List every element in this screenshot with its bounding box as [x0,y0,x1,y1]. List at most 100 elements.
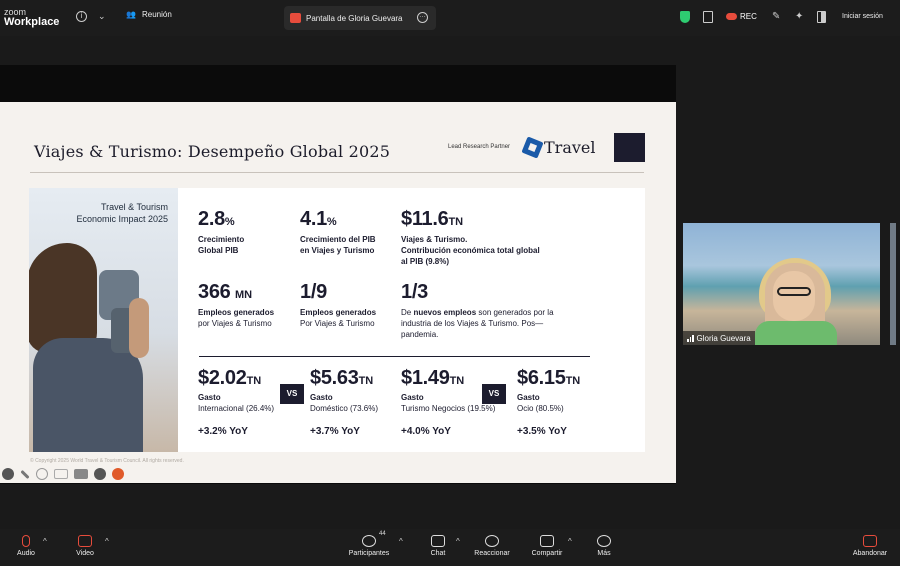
spend-label: Gasto [517,393,540,402]
stat-label: industria de los Viajes & Turismo. Pos— [401,319,544,328]
stat-unit: MN [234,289,253,301]
leave-icon [863,535,877,547]
bottom-toolbar: Audio ^ Video ^ Participantes 44 ^ Chat … [0,529,900,566]
spend-unit: TN [246,375,262,387]
cloud-record-icon [726,13,737,20]
stat-label: en Viajes y Turismo [300,246,375,255]
share-tab[interactable]: Pantalla de Gloria Guevara … [284,6,436,30]
back-arrow-icon[interactable] [2,468,14,480]
spend-yoy: +3.5% YoY [517,426,567,437]
chase-logo: Travel [521,136,595,159]
sparkle-icon[interactable]: ✦ [795,11,803,22]
video-options-chevron-icon[interactable]: ^ [105,537,109,546]
participants-icon: 👥 [126,10,136,19]
vs-badge: VS [482,384,506,404]
screen-share-icon [290,13,301,23]
spend-unit: TN [565,375,581,387]
document-icon[interactable] [703,11,713,23]
share-tab-label: Pantalla de Gloria Guevara [306,13,403,23]
react-label: Reaccionar [474,550,510,557]
magic-wand-icon[interactable]: ✎ [772,11,780,22]
closed-caption-icon[interactable] [54,469,68,479]
stat-unit: % [224,216,235,228]
participant-video[interactable]: Gloria Guevara [683,223,880,345]
zoom-icon[interactable] [36,468,48,480]
stat-unit: % [326,216,337,228]
spend-leisure: $6.15TN Gasto Ocio (80.5%) +3.5% YoY [517,367,580,437]
spend-label: Gasto [310,393,333,402]
react-button[interactable]: Reaccionar [472,535,512,557]
logo-line2: Workplace [4,16,60,28]
partner-label: Lead Research Partner [448,144,511,150]
stat-label: Empleos generados [198,308,275,317]
more-icon[interactable] [94,468,106,480]
spend-unit: TN [358,375,374,387]
share-chevron-icon[interactable]: ^ [568,537,572,546]
stat-label: Contribución económica total global [401,246,540,255]
spend-yoy: +3.2% YoY [198,426,248,437]
chevron-down-icon[interactable]: ⌄ [98,11,106,22]
annotation-toolbar [0,465,124,483]
video-button[interactable]: Video [74,535,96,557]
spend-yoy: +3.7% YoY [310,426,360,437]
meeting-button[interactable]: 👥 Reunión [126,10,172,19]
stat-label: Por Viajes & Turismo [300,319,375,328]
stat-label: Crecimiento [198,235,245,244]
wttc-logo [614,133,645,162]
zoom-logo: zoom Workplace [4,7,60,28]
security-shield-icon[interactable] [680,11,690,23]
slide-title: Viajes & Turismo: Desempeño Global 2025 [34,142,391,161]
participant-name: Gloria Guevara [696,333,751,343]
stat-label-pre: De [401,308,414,317]
record-button[interactable]: REC [726,12,757,21]
stop-annotation-icon[interactable] [112,468,124,480]
share-screen-icon [540,535,554,547]
title-rule [30,172,644,173]
stat-job-ratio: 1/9 Empleos generados Por Viajes & Turis… [300,281,376,329]
stat-label: al PIB (9.8%) [401,257,450,266]
presentation-slide: Viajes & Turismo: Desempeño Global 2025 … [0,102,676,483]
stat-value: $11.6 [401,208,449,230]
photo-caption: Travel & Tourism Economic Impact 2025 [76,201,168,225]
share-button[interactable]: Compartir [529,535,565,557]
panel-icon[interactable] [817,11,826,23]
stat-label: Global PIB [198,246,239,255]
more-button[interactable]: Más [594,535,614,557]
top-bar: zoom Workplace i ⌄ 👥 Reunión Pantalla de… [0,0,900,36]
spend-label: Gasto [198,393,221,402]
spend-value: $6.15 [517,367,566,389]
participant-nameplate: Gloria Guevara [683,331,755,345]
video-off-icon [78,535,92,547]
pen-icon[interactable] [20,469,30,479]
stat-label: por Viajes & Turismo [198,319,272,328]
signin-link[interactable]: Iniciar sesión [842,13,883,20]
photo-hair [29,243,97,353]
info-icon[interactable]: i [76,11,87,22]
leave-label: Abandonar [852,550,888,557]
share-label: Compartir [531,550,563,557]
spend-label: Internacional (26.4%) [198,404,275,413]
audio-label: Audio [17,550,35,557]
video-glasses [777,287,811,296]
spend-value: $2.02 [198,367,247,389]
stat-gdp-growth: 2.8% Crecimiento Global PIB [198,208,244,256]
spend-label: Ocio (80.5%) [517,404,564,413]
chat-chevron-icon[interactable]: ^ [456,537,460,546]
photo-caption-line1: Travel & Tourism [100,202,168,212]
stat-label-post: son generados por la [476,308,554,317]
audio-button[interactable]: Audio [16,535,36,557]
leave-button[interactable]: Abandonar [850,535,890,557]
stat-value: 4.1 [300,208,327,230]
participants-chevron-icon[interactable]: ^ [399,537,403,546]
video-label: Video [76,550,94,557]
participants-button[interactable]: Participantes [346,535,392,557]
rec-label: REC [740,12,757,21]
chat-label: Chat [430,550,446,557]
spend-unit: TN [449,375,465,387]
more-options-icon[interactable]: … [417,12,428,23]
hero-photo: Travel & Tourism Economic Impact 2025 [29,188,178,452]
camera-icon[interactable] [74,469,88,479]
audio-options-chevron-icon[interactable]: ^ [43,537,47,546]
chat-button[interactable]: Chat [428,535,448,557]
more-dots-icon [597,535,611,547]
